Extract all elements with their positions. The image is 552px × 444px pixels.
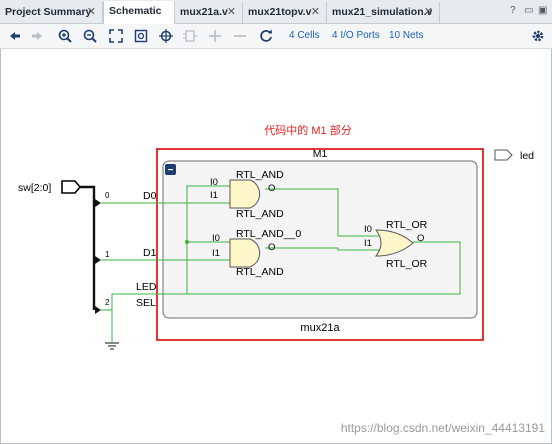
ground-icon <box>105 342 119 350</box>
gate-name: RTL_OR <box>386 219 428 231</box>
junction-dot <box>185 240 189 244</box>
pin-label: O <box>268 183 275 194</box>
help-icon[interactable]: ? <box>510 5 516 16</box>
refresh-icon[interactable] <box>257 27 275 45</box>
io-ports-link[interactable]: 4 I/O Ports <box>332 30 380 41</box>
tab-mux21topv[interactable]: mux21topv.v ✕ <box>243 2 327 23</box>
close-icon[interactable]: ✕ <box>87 2 96 23</box>
collapse-icon: − <box>168 165 174 176</box>
nets-link[interactable]: 10 Nets <box>389 30 423 41</box>
input-port-label: sw[2:0] <box>18 182 51 194</box>
net-label-sel: SEL <box>136 297 156 309</box>
maximize-icon[interactable]: ▣ <box>538 5 547 16</box>
pin-label: I0 <box>364 224 372 235</box>
back-icon[interactable] <box>6 27 24 45</box>
zoom-area-icon[interactable] <box>132 27 150 45</box>
bus-bit-label: 2 <box>105 298 110 307</box>
pin-label: I0 <box>212 233 220 244</box>
module-name-label: mux21a <box>300 322 340 334</box>
tab-label: Project Summary <box>5 6 92 18</box>
net-label-d0: D0 <box>143 190 157 202</box>
pin-label: O <box>417 233 424 244</box>
tab-label: Schematic <box>109 5 162 17</box>
tab-label: mux21a.v <box>180 6 228 18</box>
add-icon[interactable] <box>206 27 224 45</box>
close-icon[interactable]: ✕ <box>227 2 236 23</box>
pin-label: I0 <box>210 177 218 188</box>
tab-label: mux21_simulation.v <box>332 6 433 18</box>
gate-name: RTL_AND <box>236 169 284 181</box>
pin-label: I1 <box>364 238 372 249</box>
net-label-d1: D1 <box>143 247 157 259</box>
tab-schematic[interactable]: Schematic <box>103 1 175 24</box>
gate-type: RTL_OR <box>386 258 428 270</box>
tab-bar: Project Summary ✕ Schematic mux21a.v ✕ m… <box>0 0 552 24</box>
output-port-icon[interactable] <box>494 149 513 161</box>
bus-taps <box>95 199 101 314</box>
toolbar: 4 Cells 4 I/O Ports 10 Nets <box>0 24 552 49</box>
remove-icon[interactable] <box>231 27 249 45</box>
gate-type: RTL_AND <box>236 266 284 278</box>
forward-icon[interactable] <box>28 27 46 45</box>
input-bus[interactable] <box>80 185 96 310</box>
zoom-in-icon[interactable] <box>56 27 74 45</box>
bus-bit-label: 1 <box>105 250 110 259</box>
tab-mux21a[interactable]: mux21a.v ✕ <box>175 2 243 23</box>
bus-bit-label: 0 <box>105 191 110 200</box>
watermark-text: https://blog.csdn.net/weixin_44413191 <box>341 421 545 435</box>
output-port-label: led <box>520 150 534 162</box>
module-instance-label: M1 <box>313 148 328 160</box>
zoom-out-icon[interactable] <box>81 27 99 45</box>
fit-icon[interactable] <box>107 27 125 45</box>
gate-name: RTL_AND__0 <box>236 228 301 240</box>
pin-label: O <box>268 242 275 253</box>
pin-label: I1 <box>210 190 218 201</box>
tab-mux21-simulation[interactable]: mux21_simulation.v ✕ <box>327 2 440 23</box>
restore-icon[interactable]: ▭ <box>524 5 533 16</box>
annotation-text: 代码中的 M1 部分 <box>264 123 351 137</box>
select-icon[interactable] <box>157 27 175 45</box>
input-port-icon[interactable] <box>61 180 82 194</box>
gate-type: RTL_AND <box>236 208 284 220</box>
cells-link[interactable]: 4 Cells <box>289 30 320 41</box>
schematic-canvas[interactable]: 代码中的 M1 部分 M1 − mux21a sw[2:0] led 0 1 2 <box>0 49 552 444</box>
close-icon[interactable]: ✕ <box>424 2 433 23</box>
net-label-led: LED <box>136 281 157 293</box>
close-icon[interactable]: ✕ <box>311 2 320 23</box>
tab-label: mux21topv.v <box>248 6 312 18</box>
gear-icon[interactable] <box>529 27 547 45</box>
pin-label: I1 <box>212 248 220 259</box>
regenerate-icon[interactable] <box>181 27 199 45</box>
tab-project-summary[interactable]: Project Summary ✕ <box>0 2 103 23</box>
